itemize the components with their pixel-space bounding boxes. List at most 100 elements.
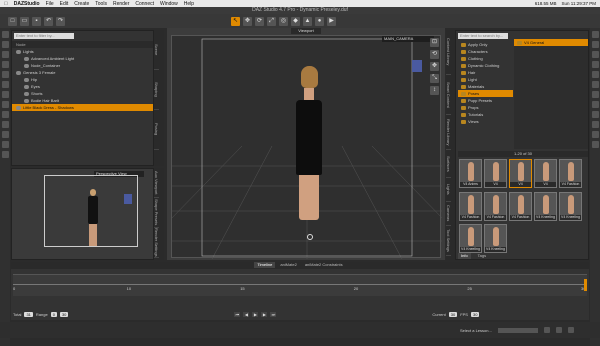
app-menu[interactable]: DAZStudio (14, 1, 40, 7)
tab-render-settings[interactable]: Render Settings (154, 228, 159, 258)
pose-thumbnail[interactable]: V4 Contrapposto (484, 159, 507, 188)
figure-icon[interactable] (1, 61, 9, 68)
pose-thumbnail[interactable]: V4 Kneeling 04 (484, 224, 507, 254)
pose-thumbnail[interactable]: V4 Contrapposto 03 (509, 159, 532, 188)
tab-smart-content[interactable]: Smart Content (446, 75, 451, 115)
scene-node-row[interactable]: Bodie Hair Barlt (12, 97, 153, 104)
scene-node-row[interactable]: Little Black Dress - Shadows (12, 104, 153, 111)
category-item[interactable]: Dynamic Clothing (458, 62, 513, 69)
visibility-eye-icon[interactable] (24, 98, 29, 103)
category-item[interactable]: Hair (458, 69, 513, 76)
scale-tool-icon[interactable]: ⤢ (267, 16, 276, 26)
scene-search-input[interactable]: Enter text to filter by... (14, 33, 74, 39)
menu-window[interactable]: Window (160, 1, 178, 7)
range-end-field[interactable]: 30 (59, 311, 69, 317)
timeline-track[interactable]: 01015202530 (13, 274, 587, 296)
category-item[interactable]: Poses (458, 90, 513, 97)
visibility-eye-icon[interactable] (24, 63, 29, 68)
menu-render[interactable]: Render (113, 1, 129, 7)
tab-render-library[interactable]: Render Library (446, 115, 451, 150)
geometry-tool-icon[interactable]: ▲ (303, 16, 312, 26)
first-frame-icon[interactable]: ⏮ (234, 311, 241, 317)
visibility-eye-icon[interactable] (16, 105, 21, 110)
tab-animate2-constraints[interactable]: aniMate2 Constraints (302, 262, 346, 268)
lesson-select[interactable]: Select a Lesson... (460, 328, 492, 333)
visibility-eye-icon[interactable] (24, 77, 29, 82)
viewport-icon[interactable] (591, 51, 599, 58)
shader-icon[interactable] (591, 71, 599, 78)
category-item[interactable]: Clothing (458, 55, 513, 62)
scene-node-row[interactable]: Advanced Ambient Light (12, 55, 153, 62)
select-tool-icon[interactable]: ↖ (231, 16, 240, 26)
view-cube[interactable] (412, 60, 422, 72)
prev-frame-icon[interactable]: ◀ (243, 311, 250, 317)
current-field[interactable]: 30 (448, 311, 458, 317)
pose-thumbnail[interactable]: V4 Fashion 02 (459, 191, 482, 221)
aux-view-cube[interactable] (124, 194, 132, 204)
redo-icon[interactable]: ↷ (56, 16, 65, 26)
joint-tool-icon[interactable]: ◎ (279, 16, 288, 26)
camera-icon[interactable] (1, 31, 9, 38)
pose-thumbnail[interactable]: V4 Kneeling 01 (534, 191, 557, 221)
zoom-in-icon[interactable] (555, 327, 562, 333)
menu-create[interactable]: Create (74, 1, 89, 7)
tab-info[interactable]: Info (458, 253, 471, 259)
next-frame-icon[interactable]: ▶ (261, 311, 268, 317)
category-item[interactable]: Tutorials (458, 111, 513, 118)
render-icon[interactable]: ▶ (327, 16, 336, 26)
category-item[interactable]: Pupp Presets (458, 97, 513, 104)
tab-surfaces[interactable]: Surfaces (446, 150, 451, 178)
zoom-out-icon[interactable] (543, 327, 550, 333)
tab-content-library[interactable]: Content Library (446, 30, 451, 75)
menu-edit[interactable]: Edit (60, 1, 69, 7)
total-field[interactable]: 31 (24, 311, 33, 317)
pose-thumbnail[interactable]: V4 Fashion 01 (559, 159, 582, 188)
last-frame-icon[interactable]: ⏭ (270, 311, 277, 317)
content-search-input[interactable]: Enter text to search by... (458, 33, 508, 39)
open-icon[interactable]: ▭ (20, 16, 29, 26)
surface-icon[interactable] (591, 111, 599, 118)
library-icon[interactable] (591, 41, 599, 48)
material-icon[interactable] (1, 131, 9, 138)
play-icon[interactable]: ▶ (252, 311, 259, 317)
tab-tool-settings[interactable]: Tool Settings (446, 226, 451, 256)
aux-viewport[interactable]: Perspective View (11, 168, 154, 260)
tab-aux-viewport[interactable]: Aux Viewport (154, 168, 159, 198)
render-settings-icon[interactable] (591, 61, 599, 68)
pose-icon-2[interactable] (591, 131, 599, 138)
hair-icon[interactable] (1, 111, 9, 118)
category-item[interactable]: Apply Only (458, 41, 513, 48)
morph-icon[interactable] (1, 81, 9, 88)
tab-shaping[interactable]: Shaping (154, 70, 159, 110)
menu-connect[interactable]: Connect (135, 1, 154, 7)
visibility-eye-icon[interactable] (16, 49, 21, 54)
pose-thumbnail[interactable]: V4 Fashion 04 (509, 191, 532, 221)
pose-thumbnail[interactable]: V4 Anims Relaxed (459, 159, 482, 188)
visibility-eye-icon[interactable] (24, 91, 29, 96)
export-icon[interactable] (1, 151, 9, 158)
scene-node-row[interactable]: Shorts (12, 90, 153, 97)
pose-thumbnail[interactable]: V4 Crouching 01 (534, 159, 557, 188)
category-item[interactable]: Materials (458, 83, 513, 90)
orbit-icon[interactable]: ⟲ (430, 50, 439, 59)
scene-node-row[interactable]: Node_Container (12, 62, 153, 69)
scene-node-row[interactable]: Genesis 3 Female (12, 69, 153, 76)
move-tool-icon[interactable]: ✥ (243, 16, 252, 26)
dolly-icon[interactable]: ↕ (430, 86, 439, 95)
undo-icon[interactable]: ↶ (44, 16, 53, 26)
tab-shape-presets[interactable]: Shape Presets (154, 198, 159, 228)
new-scene-icon[interactable]: □ (8, 16, 17, 26)
menu-help[interactable]: Help (184, 1, 194, 7)
menu-tools[interactable]: Tools (95, 1, 107, 7)
content-icon[interactable] (591, 101, 599, 108)
gizmo-icon[interactable] (307, 234, 313, 240)
playhead[interactable] (584, 279, 587, 291)
category-item[interactable]: Props (458, 104, 513, 111)
morph-icon-2[interactable] (591, 141, 599, 148)
rotate-tool-icon[interactable]: ⟳ (255, 16, 264, 26)
tab-cameras[interactable]: Cameras (446, 202, 451, 226)
pose-thumbnail[interactable]: V4 Fashion 03 (484, 191, 507, 221)
tab-tags[interactable]: Tags (475, 253, 489, 259)
tab-animate2[interactable]: aniMate2 (277, 262, 299, 268)
puppet-icon[interactable] (591, 81, 599, 88)
